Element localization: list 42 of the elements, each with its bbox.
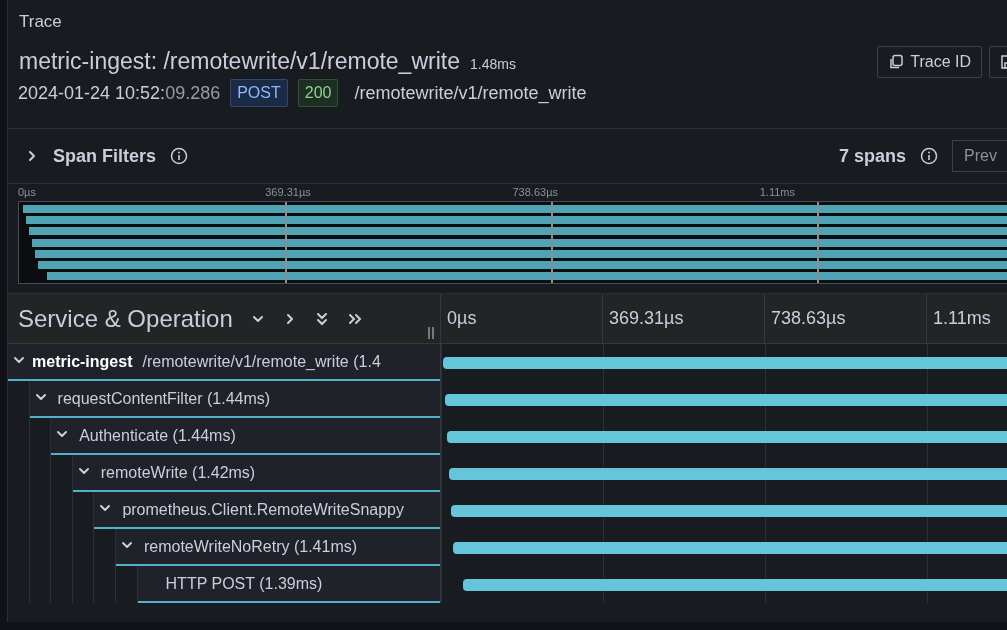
span-bar[interactable]	[447, 430, 1007, 443]
timeline-tick-label: 369.31µs	[603, 294, 765, 343]
resize-handle-icon[interactable]	[428, 327, 434, 339]
expand-all-icon[interactable]	[346, 311, 363, 326]
trace-url: /remotewrite/v1/remote_write	[354, 82, 587, 104]
trace-title: metric-ingest: /remotewrite/v1/remote_write	[19, 48, 460, 75]
span-bar[interactable]	[449, 467, 1007, 480]
span-bar[interactable]	[453, 541, 1007, 554]
timeline-tick-label: 738.63µs	[765, 294, 927, 343]
span-count: 7 spans	[839, 145, 907, 167]
panel-title: Trace	[18, 11, 63, 33]
trace-duration: 1.48ms	[469, 55, 516, 72]
trace-timestamp-seconds: 09.286	[165, 82, 221, 104]
column-title: Service & Operation	[18, 304, 233, 333]
prev-button[interactable]: Prev	[952, 140, 1007, 172]
span-row[interactable]: prometheus.Client.RemoteWriteSnappy	[94, 492, 440, 529]
minimap-tick-label: 369.31µs	[265, 186, 312, 200]
timeline-tick-label: 1.11ms	[927, 294, 1007, 343]
span-row[interactable]: HTTP POST (1.39ms)	[137, 566, 440, 603]
info-icon[interactable]	[920, 147, 939, 165]
span-filters-label[interactable]: Span Filters	[53, 145, 157, 167]
collapse-all-icon[interactable]	[314, 310, 329, 327]
trace-minimap[interactable]	[18, 201, 1007, 284]
minimap-tick-label: 1.11ms	[759, 186, 796, 200]
span-row[interactable]: remoteWriteNoRetry (1.41ms)	[115, 529, 440, 566]
method-tag: POST	[230, 79, 288, 107]
trace-timestamp: 2024-01-24 10:52:	[18, 82, 166, 104]
span-row[interactable]: requestContentFilter (1.44ms)	[29, 381, 440, 418]
span-row[interactable]: Authenticate (1.44ms)	[51, 418, 440, 455]
span-bar[interactable]	[445, 393, 1007, 406]
span-bar[interactable]	[451, 504, 1007, 517]
span-bar[interactable]	[463, 578, 1007, 591]
span-row[interactable]: remoteWrite (1.42ms)	[72, 455, 440, 492]
info-icon[interactable]	[170, 147, 189, 165]
minimap-tick-label: 738.63µs	[512, 186, 559, 200]
copy-icon	[888, 53, 905, 70]
minimap-tick-label: 0µs	[18, 186, 37, 200]
status-tag: 200	[297, 79, 339, 107]
timeline-tick-label: 0µs	[441, 294, 603, 343]
span-bar[interactable]	[443, 356, 1007, 369]
trace-id-button[interactable]: Trace ID	[877, 45, 982, 78]
span-row[interactable]: metric-ingest /remotewrite/v1/remote_write (1.4	[8, 344, 440, 381]
